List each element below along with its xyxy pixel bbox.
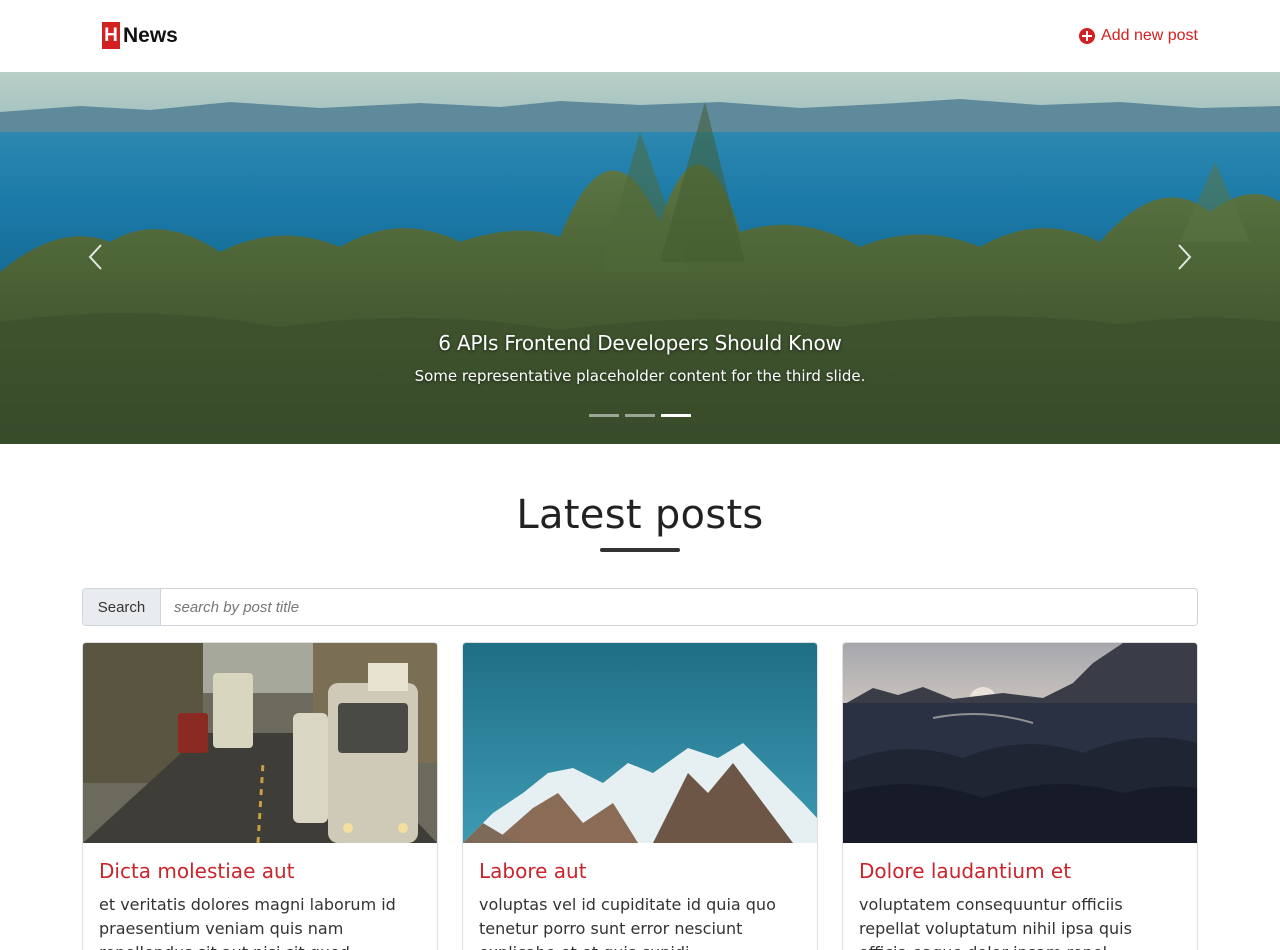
post-title[interactable]: Dicta molestiae aut xyxy=(99,859,295,883)
carousel-caption-title: 6 APIs Frontend Developers Should Know xyxy=(438,331,842,355)
post-excerpt: voluptatem consequuntur officiis repella… xyxy=(859,895,1132,950)
post-card[interactable]: Dicta molestiae aut et veritatis dolores… xyxy=(82,642,438,950)
carousel-indicator-3[interactable] xyxy=(661,414,691,417)
carousel-next-button[interactable] xyxy=(1168,242,1198,272)
plus-circle-icon xyxy=(1079,28,1096,44)
post-title[interactable]: Labore aut xyxy=(479,859,587,883)
post-card[interactable]: Labore aut voluptas vel id cupiditate id… xyxy=(462,642,818,950)
carousel-indicators xyxy=(589,414,697,417)
carousel-prev-button[interactable] xyxy=(82,242,112,272)
brand-logo[interactable]: H News xyxy=(102,22,178,49)
carousel-caption-text: Some representative placeholder content … xyxy=(414,367,866,385)
post-image xyxy=(83,643,437,843)
post-excerpt: voluptas vel id cupiditate id quia quo t… xyxy=(479,895,776,950)
hero-carousel: 6 APIs Frontend Developers Should Know S… xyxy=(0,72,1280,444)
brand-mark: H xyxy=(102,22,120,49)
title-underline xyxy=(600,548,680,552)
search-input[interactable] xyxy=(161,589,1197,625)
carousel-indicator-1[interactable] xyxy=(589,414,619,417)
brand-text: News xyxy=(123,23,178,47)
post-card[interactable]: Dolore laudantium et voluptatem consequu… xyxy=(842,642,1198,950)
search-label: Search xyxy=(83,589,161,625)
post-image xyxy=(463,643,817,843)
chevron-left-icon xyxy=(88,244,102,270)
post-title[interactable]: Dolore laudantium et xyxy=(859,859,1071,883)
navbar: H News Add new post xyxy=(0,0,1280,72)
search-group: Search xyxy=(82,588,1198,626)
page-title: Latest posts xyxy=(516,492,764,538)
add-new-post-link[interactable]: Add new post xyxy=(1079,25,1198,47)
carousel-slide-image xyxy=(0,72,1280,444)
chevron-right-icon xyxy=(1178,244,1192,270)
post-image xyxy=(843,643,1197,843)
add-new-post-label: Add new post xyxy=(1101,27,1198,44)
post-excerpt: et veritatis dolores magni laborum id pr… xyxy=(99,895,396,950)
carousel-indicator-2[interactable] xyxy=(625,414,655,417)
